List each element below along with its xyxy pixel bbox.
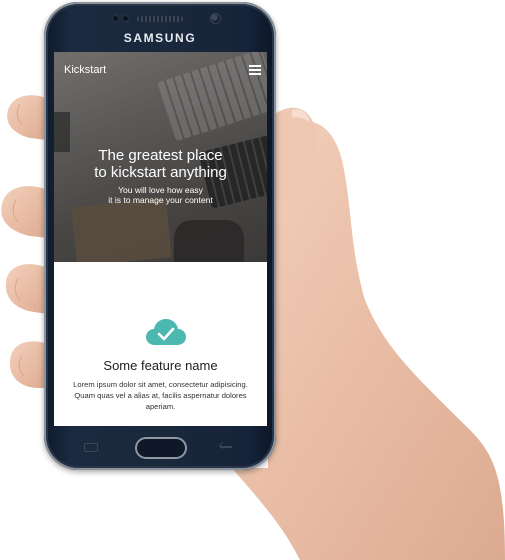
app-logo[interactable]: Kickstart [64,64,106,76]
earpiece-speaker [137,16,183,22]
mockup-stage: SAMSUNG Kickstart The greatest place to [0,0,505,560]
feature-description-line: Lorem ipsum dolor sit amet, consectetur … [73,380,248,389]
hero-text: The greatest place to kickstart anything… [54,147,267,205]
feature-description-line: aperiam. [145,402,176,411]
hero-title: The greatest place to kickstart anything [54,147,267,181]
hero-subtitle: You will love how easy it is to manage y… [54,185,267,205]
hamburger-menu-icon[interactable] [249,65,261,75]
hero-title-line: to kickstart anything [94,164,227,181]
feature-title: Some feature name [103,358,218,373]
back-icon[interactable] [220,443,234,452]
feature-section: Some feature name Lorem ipsum dolor sit … [54,262,267,426]
hero-title-line: The greatest place [98,147,223,164]
hero-subtitle-line: You will love how easy [118,185,203,195]
cloud-check-icon [146,319,186,345]
proximity-sensor [112,15,119,22]
recent-apps-icon[interactable] [84,443,98,452]
front-camera-icon [210,13,221,24]
device-brand: SAMSUNG [123,31,197,45]
home-button[interactable] [135,437,187,459]
phone-screen: Kickstart The greatest place to kickstar… [54,52,267,426]
feature-description-line: Quam quas vel a alias at, facilis aspern… [74,391,247,400]
light-sensor [122,15,129,22]
feature-description: Lorem ipsum dolor sit amet, consectetur … [64,379,257,412]
hero-subtitle-line: it is to manage your content [108,195,213,205]
hero-section: Kickstart The greatest place to kickstar… [54,52,267,262]
top-navbar: Kickstart [54,52,267,88]
